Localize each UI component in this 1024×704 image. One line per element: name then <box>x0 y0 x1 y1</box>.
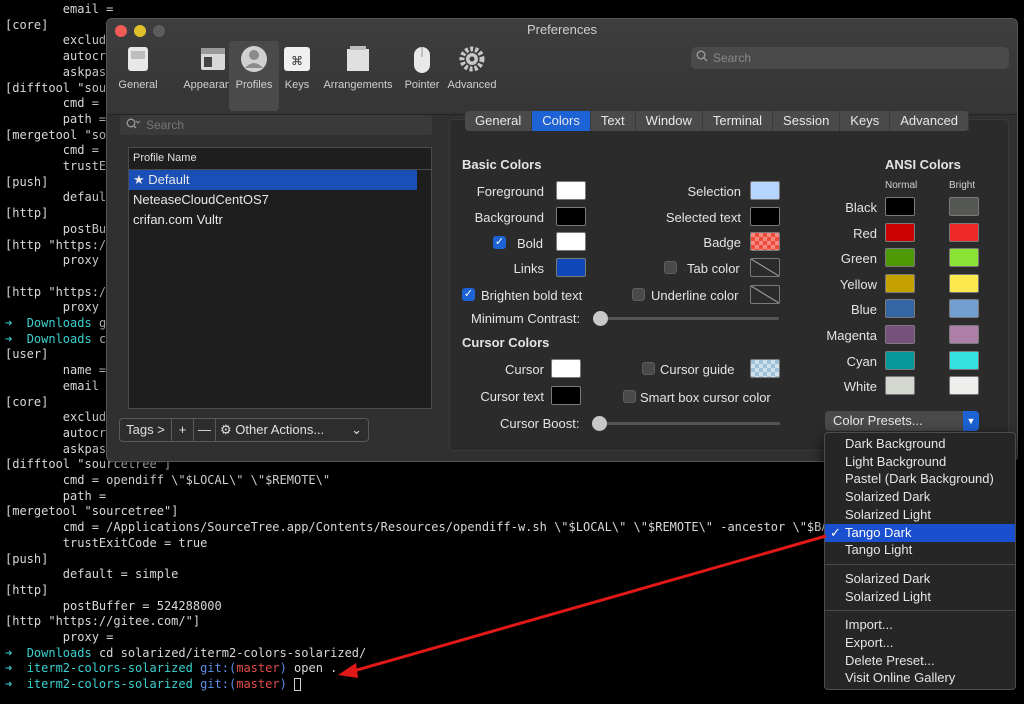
annotation-arrow <box>338 534 827 678</box>
